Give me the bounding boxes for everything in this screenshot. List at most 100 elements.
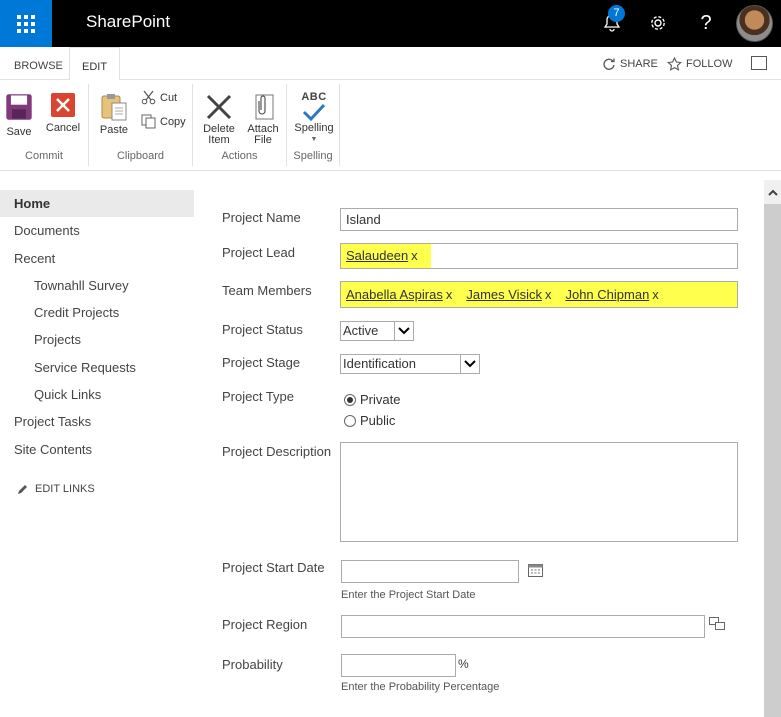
project-description-textarea[interactable] [340, 442, 738, 542]
copy-label: Copy [160, 115, 186, 128]
nav-item-service-requests[interactable]: Service Requests [0, 354, 194, 381]
project-lead-resolved-area: Salaudeen x [341, 244, 431, 268]
project-start-date-hint: Enter the Project Start Date [341, 589, 476, 601]
settings-button[interactable] [642, 8, 674, 38]
people-pill-name[interactable]: Salaudeen [346, 248, 408, 263]
notification-badge: 7 [608, 5, 625, 22]
user-avatar[interactable] [736, 5, 773, 42]
project-stage-label: Project Stage [222, 355, 301, 370]
scroll-up-icon[interactable] [764, 184, 781, 200]
radio-private-label: Private [360, 392, 401, 407]
follow-label: FOLLOW [686, 58, 733, 70]
spelling-group: ABC Spelling ▼ Spelling [287, 84, 340, 166]
nav-item-documents[interactable]: Documents [0, 217, 194, 244]
attach-label-line2: File [254, 134, 272, 146]
browse-lookup-icon[interactable] [709, 617, 726, 630]
copy-button[interactable]: Copy [141, 114, 186, 129]
cut-label: Cut [160, 91, 178, 104]
project-status-select[interactable]: Active [340, 321, 414, 341]
percent-unit: % [458, 657, 469, 671]
gear-icon [651, 16, 665, 30]
cancel-label: Cancel [45, 122, 81, 134]
project-region-label: Project Region [222, 617, 308, 632]
app-launcher-button[interactable] [0, 0, 52, 47]
project-start-date-label: Project Start Date [222, 560, 325, 575]
project-lead-picker[interactable]: Salaudeen x [340, 243, 738, 269]
nav-item-home[interactable]: Home [0, 190, 194, 217]
focus-mode-icon[interactable] [751, 56, 767, 70]
cut-button[interactable]: Cut [141, 90, 177, 105]
abc-icon-text: ABC [301, 91, 327, 103]
project-name-label: Project Name [222, 210, 301, 225]
nav-item-site-contents[interactable]: Site Contents [0, 436, 194, 463]
nav-item-project-tasks[interactable]: Project Tasks [0, 408, 194, 435]
nav-item-credit-projects[interactable]: Credit Projects [0, 299, 194, 326]
pencil-icon [18, 485, 27, 494]
team-members-picker[interactable]: Anabella Aspiras x James Visick x John Chipm… [340, 281, 738, 308]
commit-group: Save Cancel Commit [0, 84, 89, 166]
vertical-scrollbar[interactable] [764, 180, 781, 717]
checkmark-icon [302, 103, 326, 121]
chevron-down-icon [460, 355, 479, 373]
project-stage-select[interactable]: Identification [340, 354, 480, 374]
paste-button[interactable]: Paste [99, 92, 129, 136]
scrollbar-thumb[interactable] [764, 204, 781, 717]
scissors-icon [141, 90, 156, 105]
nav-item-quick-links[interactable]: Quick Links [0, 381, 194, 408]
tab-edit[interactable]: EDIT [69, 47, 121, 81]
cancel-icon [51, 93, 75, 117]
nav-item-townahll-survey[interactable]: Townahll Survey [0, 272, 194, 299]
follow-button[interactable]: FOLLOW [667, 57, 732, 71]
project-start-date-input[interactable] [341, 560, 519, 583]
calendar-icon[interactable] [528, 563, 543, 577]
attach-file-button[interactable]: Attach File [245, 92, 281, 146]
help-button[interactable]: ? [690, 8, 722, 38]
radio-public[interactable]: Public [344, 413, 395, 428]
clipboard-group: Paste Cut Copy Clipboard [89, 84, 193, 166]
delete-label-line2: Item [208, 134, 230, 146]
people-pill-name[interactable]: John Chipman [565, 287, 649, 302]
copy-icon [141, 114, 156, 129]
radio-private[interactable]: Private [344, 392, 400, 407]
project-lead-label: Project Lead [222, 245, 295, 260]
remove-person-icon[interactable]: x [411, 248, 418, 263]
help-icon: ? [700, 11, 712, 34]
actions-group-label: Actions [221, 150, 258, 162]
brand-title[interactable]: SharePoint [86, 12, 170, 32]
project-region-input[interactable] [341, 615, 705, 638]
waffle-icon [17, 14, 35, 33]
delete-item-button[interactable]: Delete Item [201, 92, 237, 146]
star-icon [667, 57, 682, 71]
save-button[interactable]: Save [4, 92, 34, 138]
nav-item-recent[interactable]: Recent [0, 245, 194, 272]
remove-person-icon[interactable]: x [652, 287, 659, 302]
project-status-label: Project Status [222, 322, 303, 337]
project-type-label: Project Type [222, 389, 295, 404]
people-pill-name[interactable]: James Visick [466, 287, 542, 302]
edit-links-label: EDIT LINKS [35, 483, 95, 495]
actions-group: Delete Item Attach File Actions [193, 84, 287, 166]
ribbon: Save Cancel Commit Paste Cut Copy Clipbo… [0, 80, 781, 171]
spelling-label: Spelling [294, 122, 334, 134]
commit-group-label: Commit [25, 150, 63, 162]
spelling-button[interactable]: ABC Spelling ▼ [293, 92, 335, 145]
suite-bar: SharePoint 7 ? [0, 0, 781, 47]
clipboard-group-label: Clipboard [116, 150, 165, 162]
share-button[interactable]: SHARE [602, 57, 658, 71]
probability-input[interactable] [341, 654, 456, 677]
people-pill-name[interactable]: Anabella Aspiras [346, 287, 443, 302]
save-icon [6, 94, 32, 120]
project-name-input[interactable]: Island [340, 208, 738, 231]
paste-icon [101, 94, 127, 121]
remove-person-icon[interactable]: x [446, 287, 453, 302]
probability-hint: Enter the Probability Percentage [341, 681, 500, 693]
tab-browse[interactable]: BROWSE [2, 47, 75, 80]
share-label: SHARE [620, 58, 658, 70]
edit-links-button[interactable]: EDIT LINKS [17, 483, 95, 495]
nav-item-projects[interactable]: Projects [0, 326, 194, 353]
radio-public-label: Public [360, 413, 396, 428]
dropdown-arrow-icon: ▼ [310, 136, 318, 143]
cancel-button[interactable]: Cancel [45, 92, 81, 134]
project-status-value: Active [343, 323, 379, 338]
remove-person-icon[interactable]: x [545, 287, 552, 302]
